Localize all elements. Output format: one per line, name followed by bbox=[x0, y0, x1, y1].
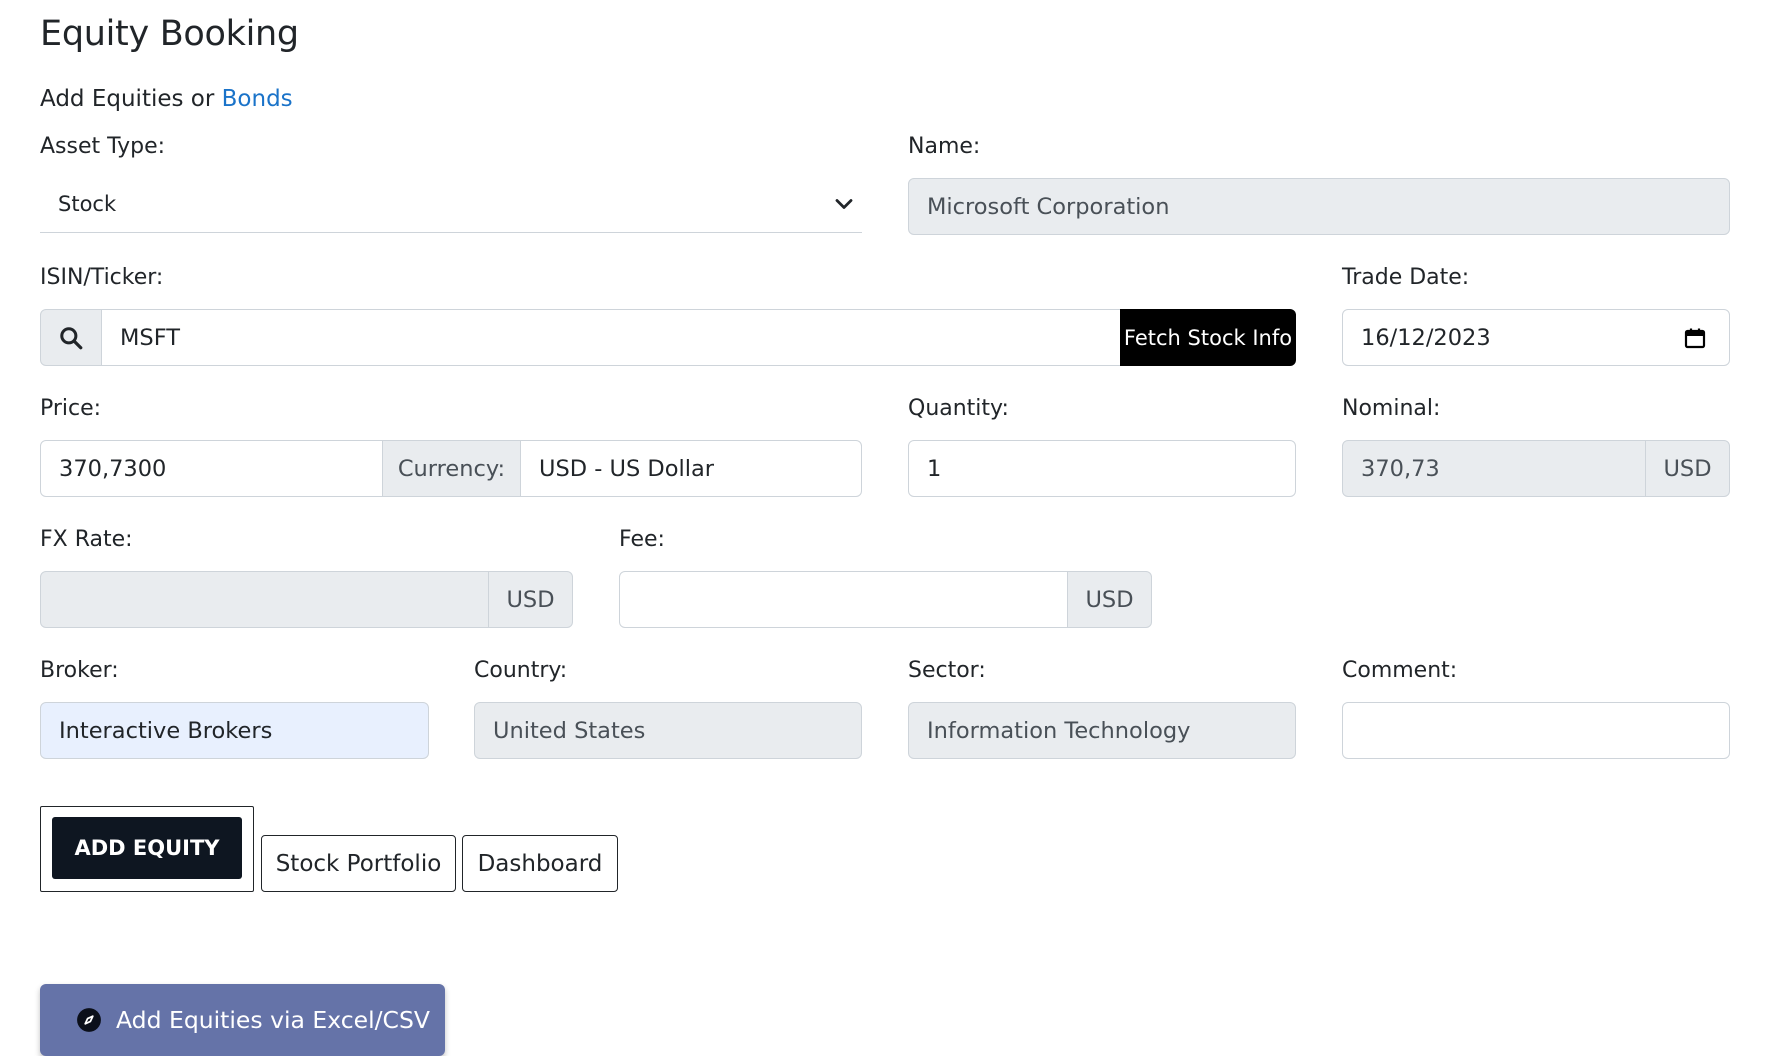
country-value: United States bbox=[493, 717, 646, 744]
currency-label: Currency: bbox=[382, 440, 521, 497]
isin-input[interactable]: MSFT bbox=[101, 309, 1121, 366]
fx-rate-field[interactable] bbox=[40, 571, 489, 628]
nominal-label: Nominal: bbox=[1342, 396, 1441, 421]
compass-icon bbox=[77, 1008, 101, 1032]
name-field[interactable]: Microsoft Corporation bbox=[908, 178, 1730, 235]
country-field[interactable]: United States bbox=[474, 702, 862, 759]
country-label: Country: bbox=[474, 658, 568, 683]
add-equity-button[interactable]: ADD EQUITY bbox=[52, 817, 242, 879]
stock-portfolio-button[interactable]: Stock Portfolio bbox=[261, 835, 456, 892]
quantity-value: 1 bbox=[927, 455, 942, 482]
fx-rate-unit: USD bbox=[488, 571, 573, 628]
broker-value: Interactive Brokers bbox=[59, 717, 273, 744]
nominal-value: 370,73 bbox=[1361, 455, 1440, 482]
currency-select[interactable]: USD - US Dollar bbox=[520, 440, 862, 497]
comment-input[interactable] bbox=[1342, 702, 1730, 759]
isin-label: ISIN/Ticker: bbox=[40, 265, 164, 290]
broker-label: Broker: bbox=[40, 658, 119, 683]
price-input[interactable]: 370,7300 bbox=[40, 440, 383, 497]
sector-label: Sector: bbox=[908, 658, 986, 683]
trade-date-label: Trade Date: bbox=[1342, 265, 1470, 290]
price-label: Price: bbox=[40, 396, 102, 421]
fx-rate-label: FX Rate: bbox=[40, 527, 133, 552]
dashboard-button[interactable]: Dashboard bbox=[462, 835, 618, 892]
currency-value: USD - US Dollar bbox=[539, 455, 715, 482]
sector-field[interactable]: Information Technology bbox=[908, 702, 1296, 759]
fetch-stock-info-button[interactable]: Fetch Stock Info bbox=[1120, 309, 1296, 366]
name-label: Name: bbox=[908, 134, 981, 159]
search-addon bbox=[40, 309, 102, 366]
asset-type-value: Stock bbox=[58, 192, 117, 216]
search-icon bbox=[60, 326, 83, 349]
comment-label: Comment: bbox=[1342, 658, 1458, 683]
broker-input[interactable]: Interactive Brokers bbox=[40, 702, 429, 759]
fee-unit: USD bbox=[1067, 571, 1152, 628]
excel-upload-button[interactable]: Add Equities via Excel/CSV bbox=[40, 984, 445, 1056]
sector-value: Information Technology bbox=[927, 717, 1191, 744]
quantity-label: Quantity: bbox=[908, 396, 1009, 421]
add-equity-focus-ring: ADD EQUITY bbox=[40, 806, 254, 892]
asset-type-select[interactable]: Stock bbox=[40, 176, 862, 233]
fee-label: Fee: bbox=[619, 527, 665, 552]
chevron-down-icon bbox=[835, 199, 853, 209]
asset-type-label: Asset Type: bbox=[40, 134, 166, 159]
calendar-icon[interactable] bbox=[1683, 326, 1707, 350]
nominal-unit: USD bbox=[1645, 440, 1730, 497]
bonds-link[interactable]: Bonds bbox=[222, 86, 293, 112]
name-value: Microsoft Corporation bbox=[927, 193, 1170, 220]
nominal-field[interactable]: 370,73 bbox=[1342, 440, 1646, 497]
excel-upload-label: Add Equities via Excel/CSV bbox=[116, 1006, 430, 1034]
price-value: 370,7300 bbox=[59, 455, 167, 482]
fee-input[interactable] bbox=[619, 571, 1068, 628]
subtitle-text: Add Equities or bbox=[40, 86, 215, 112]
quantity-input[interactable]: 1 bbox=[908, 440, 1296, 497]
page-title: Equity Booking bbox=[40, 14, 299, 54]
isin-value: MSFT bbox=[120, 324, 180, 351]
trade-date-value: 16/12/2023 bbox=[1361, 324, 1491, 351]
subtitle: Add Equities or Bonds bbox=[40, 86, 293, 112]
trade-date-input[interactable]: 16/12/2023 bbox=[1342, 309, 1730, 366]
